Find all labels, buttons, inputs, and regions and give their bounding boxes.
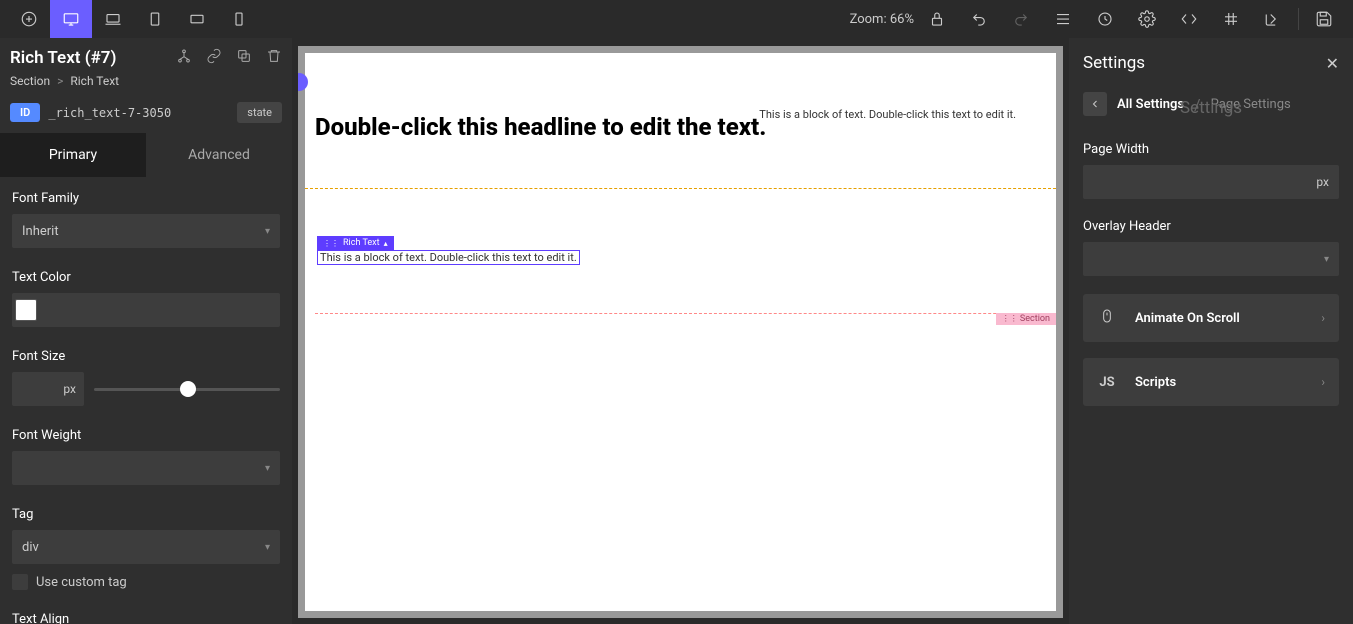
tag-select[interactable]: div ▾ <box>12 530 280 564</box>
structure-button[interactable] <box>1042 0 1084 38</box>
js-icon: JS <box>1097 375 1117 390</box>
duplicate-icon[interactable] <box>236 48 252 68</box>
close-icon[interactable]: ✕ <box>1326 54 1339 73</box>
label-text-color: Text Color <box>12 270 280 285</box>
device-tablet-button[interactable] <box>134 0 176 38</box>
chevron-down-icon: ▾ <box>265 463 270 474</box>
lock-icon[interactable] <box>924 0 950 38</box>
section-divider <box>315 313 1056 314</box>
chevron-right-icon: › <box>1321 375 1325 389</box>
animate-label: Animate On Scroll <box>1135 311 1303 326</box>
chevron-up-icon: ▴ <box>384 239 388 248</box>
font-family-value: Inherit <box>22 224 59 239</box>
undo-button[interactable] <box>958 0 1000 38</box>
label-font-weight: Font Weight <box>12 428 280 443</box>
label-overlay-header: Overlay Header <box>1083 219 1339 234</box>
breadcrumb-sep: / <box>1194 95 1201 114</box>
redo-button[interactable] <box>1000 0 1042 38</box>
hierarchy-icon[interactable] <box>176 48 192 68</box>
settings-title: Settings <box>1083 53 1145 73</box>
device-desktop-button[interactable] <box>50 0 92 38</box>
chevron-down-icon: ▾ <box>1324 254 1329 265</box>
use-custom-tag-label: Use custom tag <box>36 575 127 590</box>
font-size-slider[interactable] <box>94 372 280 406</box>
font-weight-select[interactable]: ▾ <box>12 451 280 485</box>
drag-icon: ⋮⋮ <box>323 239 339 248</box>
right-panel: Settings Settings ✕ All Settings / Page … <box>1069 38 1353 624</box>
headline-text[interactable]: Double-click this headline to edit the t… <box>315 113 766 141</box>
slider-thumb[interactable] <box>180 381 196 397</box>
tag-value: div <box>22 540 39 555</box>
canvas: Double-click this headline to edit the t… <box>292 38 1069 624</box>
device-phone-button[interactable] <box>218 0 260 38</box>
label-text-align: Text Align <box>12 612 280 624</box>
breadcrumb-element[interactable]: Rich Text <box>70 74 119 88</box>
device-laptop-button[interactable] <box>92 0 134 38</box>
add-element-button[interactable] <box>8 0 50 38</box>
grid-button[interactable] <box>1210 0 1252 38</box>
animate-on-scroll-card[interactable]: Animate On Scroll › <box>1083 294 1339 342</box>
section-tag-label: Section <box>1020 314 1050 324</box>
breadcrumb-section[interactable]: Section <box>10 74 50 88</box>
scripts-label: Scripts <box>1135 375 1303 390</box>
chevron-right-icon: › <box>1321 311 1325 325</box>
rich-text-tag-label: Rich Text <box>343 238 380 248</box>
label-page-width: Page Width <box>1083 142 1339 157</box>
tab-primary[interactable]: Primary <box>0 133 146 177</box>
zoom-value: 66% <box>890 12 914 27</box>
font-family-select[interactable]: Inherit ▾ <box>12 214 280 248</box>
use-custom-tag-checkbox[interactable] <box>12 574 28 590</box>
rich-text-tag[interactable]: ⋮⋮ Rich Text ▴ <box>317 236 394 250</box>
zoom-label: Zoom: <box>850 12 887 27</box>
settings-button[interactable] <box>1126 0 1168 38</box>
chevron-down-icon: ▾ <box>265 226 270 237</box>
font-size-input[interactable]: px <box>12 372 84 406</box>
current-settings-label: Page Settings <box>1211 97 1291 112</box>
divider <box>1298 8 1299 30</box>
code-button[interactable] <box>1168 0 1210 38</box>
page-width-input[interactable]: px <box>1083 165 1339 199</box>
column-divider <box>305 188 1056 189</box>
left-panel: Rich Text (#7) Section > Rich Text ID _r… <box>0 38 292 624</box>
element-title: Rich Text (#7) <box>10 48 116 68</box>
delete-icon[interactable] <box>266 48 282 68</box>
link-icon[interactable] <box>206 48 222 68</box>
section-tag[interactable]: ⋮⋮ Section <box>996 313 1056 325</box>
history-button[interactable] <box>1084 0 1126 38</box>
id-badge[interactable]: ID <box>10 103 40 122</box>
rich-text-element[interactable]: This is a block of text. Double-click th… <box>317 250 580 265</box>
text-color-input[interactable] <box>12 293 280 327</box>
export-button[interactable] <box>1252 0 1294 38</box>
label-font-size: Font Size <box>12 349 280 364</box>
device-tablet-landscape-button[interactable] <box>176 0 218 38</box>
color-swatch[interactable] <box>15 299 37 321</box>
overlay-header-select[interactable]: ▾ <box>1083 242 1339 276</box>
label-tag: Tag <box>12 507 280 522</box>
save-button[interactable] <box>1303 0 1345 38</box>
all-settings-link[interactable]: All Settings <box>1117 97 1184 112</box>
tab-advanced[interactable]: Advanced <box>146 133 292 177</box>
back-button[interactable] <box>1083 92 1107 116</box>
mouse-icon <box>1097 306 1117 330</box>
breadcrumb-sep: > <box>57 74 63 88</box>
label-font-family: Font Family <box>12 191 280 206</box>
chevron-down-icon: ▾ <box>265 542 270 553</box>
scripts-card[interactable]: JS Scripts › <box>1083 358 1339 406</box>
state-button[interactable]: state <box>237 102 282 123</box>
topbar: Zoom: 66% <box>0 0 1353 38</box>
drag-icon: ⋮⋮ <box>1002 314 1018 323</box>
page-frame[interactable]: Double-click this headline to edit the t… <box>298 46 1063 618</box>
id-value: _rich_text-7-3050 <box>48 106 229 120</box>
top-text-block[interactable]: This is a block of text. Double-click th… <box>759 108 1016 121</box>
breadcrumb: Section > Rich Text <box>0 74 292 98</box>
